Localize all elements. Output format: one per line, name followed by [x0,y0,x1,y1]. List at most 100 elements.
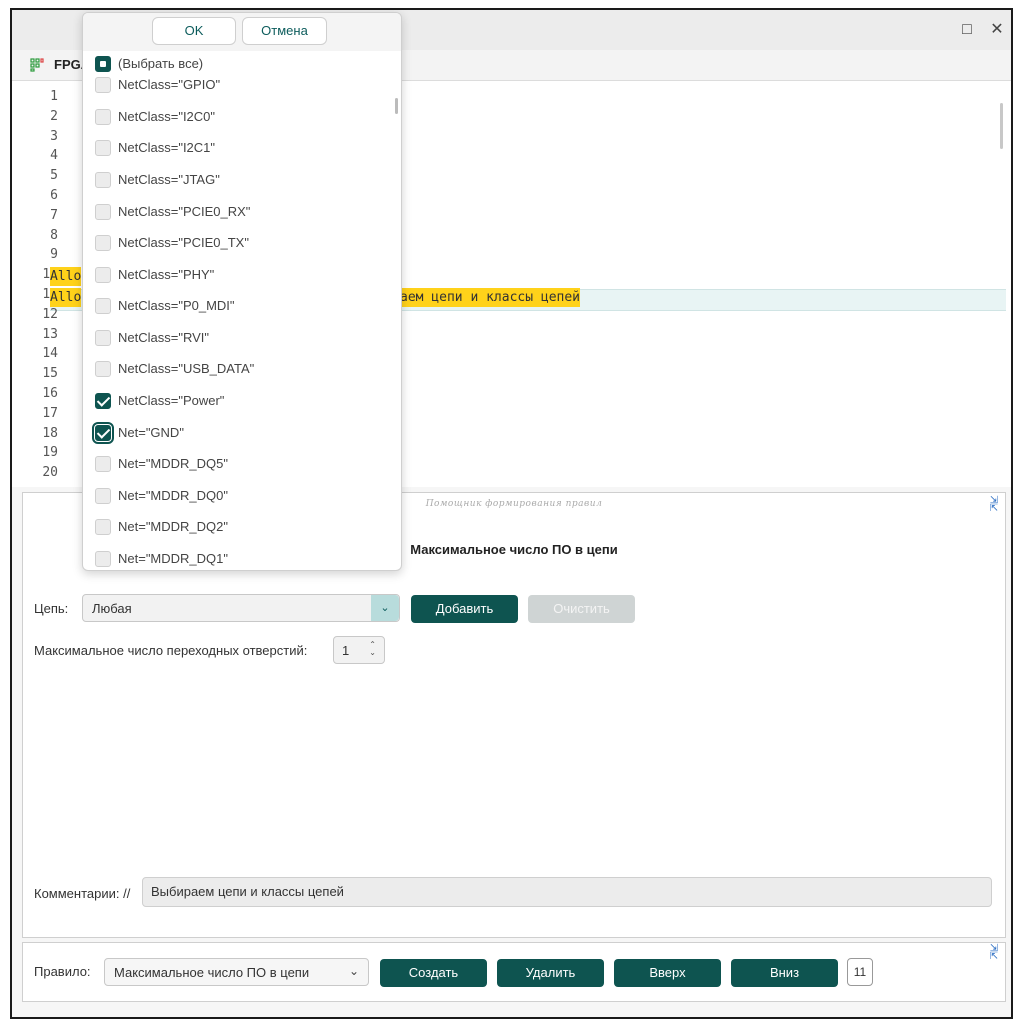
checkbox[interactable] [95,518,111,535]
checkbox[interactable] [95,76,111,93]
list-item[interactable]: Net="MDDR_DQ0" [95,487,228,507]
list-item-label: NetClass="RVI" [118,330,209,345]
rule-counter: 11 [847,958,873,986]
list-item-label: NetClass="Power" [118,393,225,408]
list-item[interactable]: NetClass="JTAG" [95,171,220,191]
line-number: 5 [50,168,58,184]
line-number: 12 [42,306,58,322]
code-line-11-tail: аем цепи и классы цепей [400,288,581,307]
net-label: Цепь: [34,601,69,616]
move-down-button[interactable]: Вниз [731,959,838,987]
line-number: 6 [50,187,58,203]
move-up-button[interactable]: Вверх [614,959,721,987]
list-item[interactable]: NetClass="P0_MDI" [95,297,235,317]
ok-button[interactable]: OK [152,17,236,45]
list-item[interactable]: NetClass="I2C0" [95,108,215,128]
cancel-button[interactable]: Отмена [242,17,327,45]
list-item-label: NetClass="USB_DATA" [118,361,255,376]
line-number: 2 [50,108,58,124]
list-item-label: NetClass="I2C0" [118,109,216,124]
stepper-arrows-icon[interactable]: ⌃ ⌄ [369,641,376,657]
net-select[interactable]: Любая ⌄ [82,594,400,622]
select-all-label: (Выбрать все) [118,56,204,71]
list-item[interactable]: NetClass="GPIO" [95,76,220,96]
line-number: 7 [50,207,58,223]
checkbox-checked[interactable] [95,392,111,409]
line-number: 8 [50,227,58,243]
list-item[interactable]: Net="MDDR_DQ5" [95,455,228,475]
line-number: 15 [42,366,58,382]
list-item-label: NetClass="PHY" [118,267,215,282]
clear-button[interactable]: Очистить [528,595,635,623]
list-item-label: Net="MDDR_DQ5" [118,456,229,471]
list-item[interactable]: Net="MDDR_DQ1" [95,550,228,570]
checkbox[interactable] [95,297,111,314]
close-icon[interactable]: ✕ [989,22,1005,38]
list-item-label: Net="MDDR_DQ1" [118,551,229,566]
dropdown-scrollbar[interactable] [395,98,398,114]
collapse-icon[interactable]: ⇲ ⇱ [986,944,1002,962]
list-item[interactable]: Net="MDDR_DQ2" [95,518,228,538]
line-number: 18 [42,425,58,441]
list-item[interactable]: NetClass="RVI" [95,329,209,349]
net-filter-dropdown: OK Отмена (Выбрать все) NetClass="GPIO" … [82,12,402,571]
line-number: 1 [50,89,58,104]
create-button[interactable]: Создать [380,959,487,987]
list-item[interactable]: Net="GND" [92,421,184,444]
line-number: 4 [50,148,58,164]
max-vias-value: 1 [342,643,350,658]
list-item-label: NetClass="P0_MDI" [118,298,235,313]
line-number: 14 [42,346,58,362]
line-number: 3 [50,128,58,144]
line-number: 9 [50,247,58,263]
list-item[interactable]: NetClass="USB_DATA" [95,360,254,380]
delete-button[interactable]: Удалить [497,959,604,987]
grid-icon [30,58,44,72]
checkbox[interactable] [95,550,111,567]
rule-select-value: Максимальное число ПО в цепи [114,965,310,980]
maximize-icon[interactable]: □ [959,22,975,38]
list-item-label: NetClass="JTAG" [118,172,220,187]
editor-scrollbar[interactable] [1000,103,1003,149]
list-item[interactable]: NetClass="PCIE0_TX" [95,234,249,254]
list-item[interactable]: NetClass="Power" [95,392,224,412]
checkbox[interactable] [95,234,111,251]
add-button[interactable]: Добавить [411,595,518,623]
rule-label: Правило: [34,964,91,979]
checkbox[interactable] [95,455,111,472]
list-item-label: Net="MDDR_DQ0" [118,488,229,503]
checkbox[interactable] [95,329,111,346]
checkbox[interactable] [95,487,111,504]
rule-select[interactable]: Максимальное число ПО в цепи ⌄ [104,958,369,986]
list-item-label: NetClass="GPIO" [118,77,221,92]
comment-label: Комментарии: // [34,886,131,901]
list-item-label: Net="GND" [118,425,184,440]
dropdown-header: OK Отмена [83,13,401,51]
checkbox-checked[interactable] [92,421,114,444]
chevron-down-icon[interactable]: ⌄ [371,595,399,621]
list-item[interactable]: NetClass="PCIE0_RX" [95,203,250,223]
checkbox[interactable] [95,266,111,283]
line-number: 19 [42,445,58,461]
code-line-10: Allo [50,267,82,286]
checkbox[interactable] [95,360,111,377]
list-item[interactable]: NetClass="I2C1" [95,139,215,159]
line-number: 20 [42,465,58,481]
collapse-icon[interactable]: ⇲ ⇱ [986,496,1002,514]
list-item-label: NetClass="I2C1" [118,140,216,155]
code-line-11: Allo [50,288,82,307]
comment-field[interactable]: Выбираем цепи и классы цепей [142,877,992,907]
checkbox[interactable] [95,108,111,125]
max-vias-stepper[interactable]: 1 ⌃ ⌄ [333,636,385,664]
list-item-label: Net="MDDR_DQ2" [118,519,229,534]
checkbox[interactable] [95,203,111,220]
checkbox[interactable] [95,171,111,188]
list-item-label: NetClass="PCIE0_TX" [118,235,249,250]
line-number: 17 [42,405,58,421]
checkbox-select-all[interactable] [95,55,111,72]
chevron-down-icon[interactable]: ⌄ [349,964,359,978]
select-all-item[interactable]: (Выбрать все) [95,55,203,75]
line-number: 13 [42,326,58,342]
checkbox[interactable] [95,139,111,156]
list-item[interactable]: NetClass="PHY" [95,266,214,286]
